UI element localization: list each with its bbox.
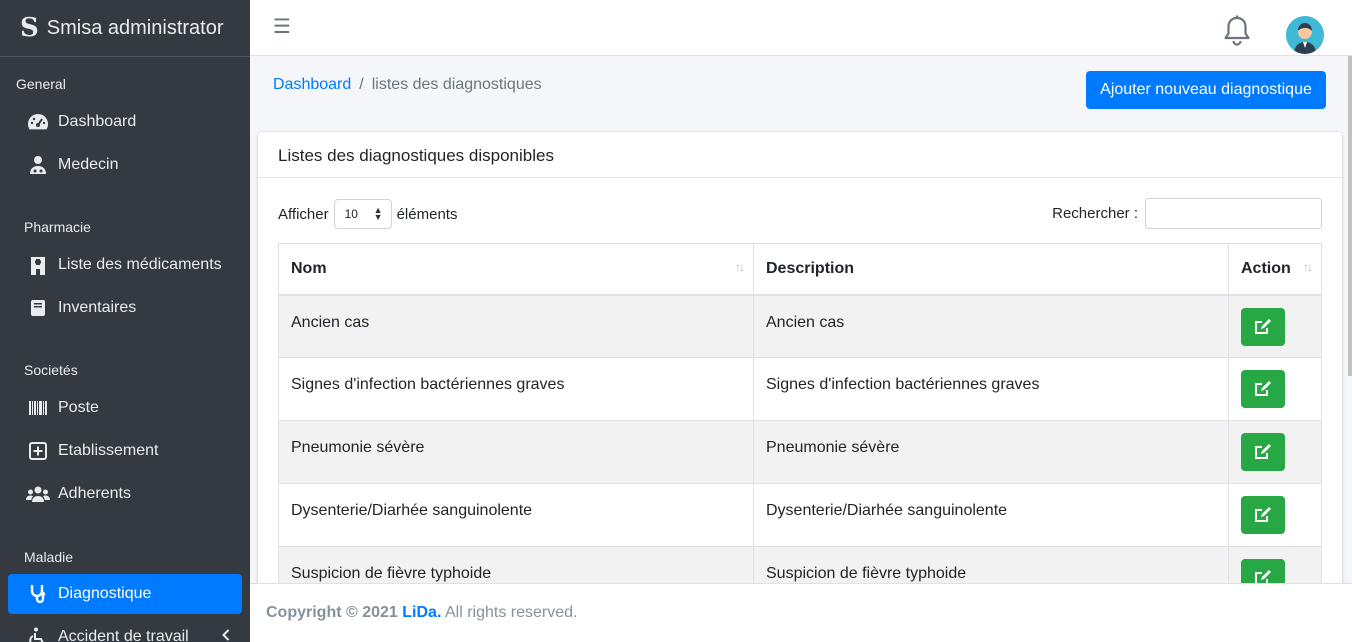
cell-description: Ancien cas — [753, 294, 1229, 358]
card-title: Listes des diagnostiques disponibles — [258, 132, 1342, 178]
stethoscope-icon — [26, 584, 50, 604]
cell-description: Pneumonie sévère — [753, 420, 1229, 484]
edit-icon — [1255, 318, 1271, 334]
column-header-nom[interactable]: Nom ↑↓ — [278, 243, 754, 296]
user-avatar[interactable] — [1286, 16, 1324, 54]
length-suffix: éléments — [396, 205, 458, 223]
cell-nom: Dysenterie/Diarhée sanguinolente — [278, 483, 754, 547]
footer-brand-link[interactable]: LiDa. — [402, 604, 441, 621]
cell-action — [1228, 357, 1322, 421]
sidebar-item-medicaments[interactable]: Liste des médicaments — [8, 245, 242, 285]
sidebar-item-label: Liste des médicaments — [58, 256, 222, 273]
chevron-left-icon — [222, 628, 230, 642]
brand-name: Smisa administrator — [46, 16, 224, 39]
barcode-icon — [26, 398, 50, 418]
cell-action — [1228, 483, 1322, 547]
sidebar-item-etablissement[interactable]: Etablissement — [8, 431, 242, 471]
select-arrows-icon: ▲ ▼ — [373, 205, 383, 222]
add-diagnostic-button[interactable]: Ajouter nouveau diagnostique — [1086, 71, 1326, 109]
breadcrumb-separator: / — [359, 76, 364, 93]
sort-icon: ↑↓ — [735, 260, 745, 274]
cell-nom: Ancien cas — [278, 294, 754, 358]
sort-icon: ↑↓ — [1303, 260, 1313, 274]
sidebar-item-medecin[interactable]: Medecin — [8, 145, 242, 185]
sidebar-item-poste[interactable]: Poste — [8, 388, 242, 428]
edit-button[interactable] — [1241, 307, 1285, 346]
bell-icon[interactable] — [1220, 14, 1254, 48]
footer-copyright: Copyright © 2021 — [266, 604, 398, 621]
hospital-icon — [26, 255, 50, 275]
diagnostics-card: Listes des diagnostiques disponibles Aff… — [258, 132, 1342, 592]
edit-icon — [1255, 444, 1271, 459]
sidebar-item-label: Diagnostique — [58, 585, 152, 602]
sidebar-item-diagnostique[interactable]: Diagnostique — [8, 574, 242, 614]
table-row: Signes d'infection bactériennes graves S… — [278, 357, 1322, 421]
sidebar-item-label: Adherents — [58, 485, 131, 502]
table-row: Ancien cas Ancien cas — [278, 294, 1322, 358]
cell-description: Dysenterie/Diarhée sanguinolente — [753, 483, 1229, 547]
page-scrollbar[interactable] — [1348, 56, 1352, 376]
book-icon — [26, 298, 50, 318]
plus-square-icon — [26, 441, 50, 461]
diagnostics-table: Nom ↑↓ Description Action ↑↓ Ancien cas An… — [278, 243, 1322, 592]
page-length-select[interactable]: 10 ▲ ▼ — [333, 199, 392, 229]
edit-button[interactable] — [1241, 433, 1285, 471]
menu-toggle-icon[interactable]: ☰ — [273, 17, 291, 37]
sidebar-item-dashboard[interactable]: Dashboard — [8, 102, 242, 142]
sidebar-item-label: Accident de travail — [58, 628, 189, 642]
tachometer-icon — [26, 112, 50, 132]
breadcrumb-home-link[interactable]: Dashboard — [273, 76, 351, 93]
search-label: Rechercher : — [1052, 205, 1138, 222]
breadcrumb-current: listes des diagnostiques — [371, 76, 542, 93]
brand-logo: S — [20, 13, 39, 43]
sidebar-item-inventaires[interactable]: Inventaires — [8, 288, 242, 328]
edit-icon — [1255, 381, 1271, 396]
footer-rights: All rights reserved. — [444, 604, 578, 621]
sidebar-item-label: Inventaires — [58, 299, 137, 316]
users-icon — [26, 484, 50, 504]
wheelchair-icon — [26, 627, 50, 642]
sidebar-item-label: Etablissement — [58, 442, 159, 459]
user-md-icon — [26, 155, 50, 175]
breadcrumb: Dashboard / listes des diagnostiques — [273, 76, 542, 94]
nav-header-pharmacie: Pharmacie — [24, 219, 91, 235]
cell-action — [1228, 420, 1322, 484]
cell-action — [1228, 294, 1322, 358]
cell-nom: Signes d'infection bactériennes graves — [278, 357, 754, 421]
page-length-value: 10 — [344, 207, 358, 221]
footer: Copyright © 2021 LiDa. All rights reserv… — [250, 583, 1352, 642]
sidebar-item-accident[interactable]: Accident de travail — [8, 617, 242, 642]
search-control: Rechercher : — [1052, 198, 1322, 229]
sidebar-item-label: Poste — [58, 399, 99, 416]
sidebar-item-label: Medecin — [58, 156, 119, 173]
sidebar: S Smisa administrator General Dashboard … — [0, 0, 250, 642]
nav-header-general: General — [16, 76, 66, 92]
cell-nom: Pneumonie sévère — [278, 420, 754, 484]
edit-icon — [1255, 507, 1271, 522]
table-row: Pneumonie sévère Pneumonie sévère — [278, 420, 1322, 484]
sidebar-item-adherents[interactable]: Adherents — [8, 474, 242, 514]
edit-button[interactable] — [1241, 496, 1285, 534]
sidebar-item-label: Dashboard — [58, 113, 137, 130]
table-header-row: Nom ↑↓ Description Action ↑↓ — [278, 243, 1322, 296]
top-navbar: ☰ — [250, 0, 1352, 56]
table-row: Dysenterie/Diarhée sanguinolente Dysente… — [278, 483, 1322, 547]
nav-header-societes: Societés — [24, 362, 78, 378]
search-input[interactable] — [1145, 198, 1322, 229]
page-length-control: Afficher 10 ▲ ▼ éléments — [278, 199, 457, 229]
brand-link[interactable]: S Smisa administrator — [0, 0, 250, 57]
length-prefix: Afficher — [278, 205, 329, 223]
edit-button[interactable] — [1241, 370, 1285, 408]
column-header-action[interactable]: Action ↑↓ — [1228, 243, 1322, 296]
cell-description: Signes d'infection bactériennes graves — [753, 357, 1229, 421]
column-header-description[interactable]: Description — [753, 243, 1229, 296]
nav-header-maladie: Maladie — [24, 549, 74, 565]
